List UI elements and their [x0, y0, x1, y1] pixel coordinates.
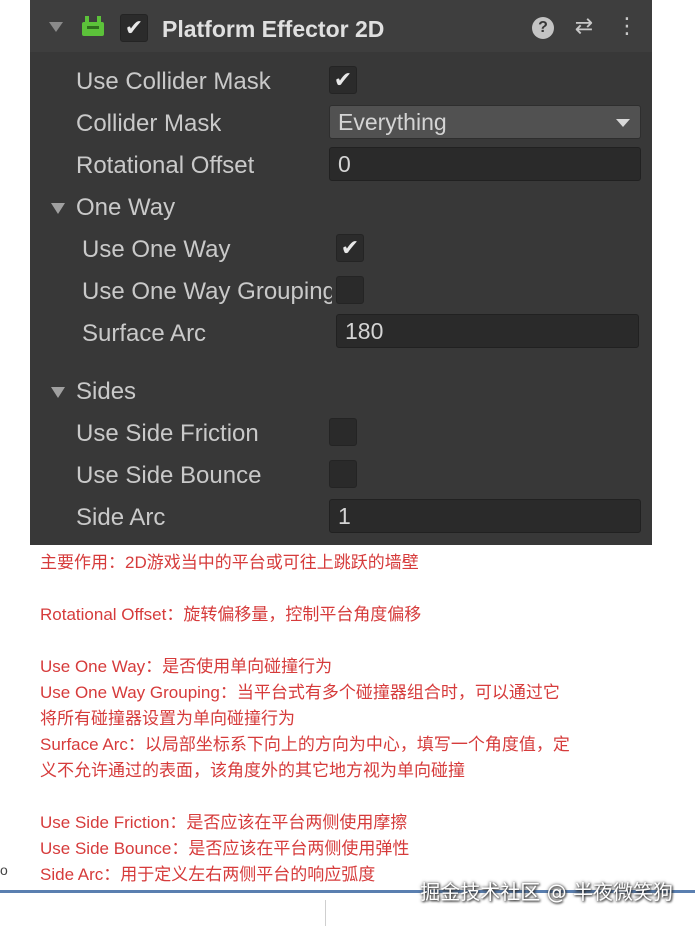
note-use-side-friction: Use Side Friction：是否应该在平台两侧使用摩擦 — [40, 813, 408, 832]
component-enabled-checkbox[interactable]: ✔ — [120, 14, 148, 42]
inspector-panel: ✔ Platform Effector 2D ? ⇄ ⋮ Use Collide… — [30, 0, 652, 545]
surface-arc-input[interactable]: 180 — [336, 314, 639, 348]
platform-effector-icon — [82, 16, 104, 36]
note-use-one-way: Use One Way：是否使用单向碰撞行为 — [40, 657, 333, 676]
help-icon[interactable]: ? — [532, 17, 554, 39]
watermark: 掘金技术社区 @ 半夜微笑狗 — [420, 880, 673, 904]
note-use-side-bounce: Use Side Bounce：是否应该在平台两侧使用弹性 — [40, 839, 410, 858]
use-one-way-grouping-label: Use One Way Grouping — [82, 278, 332, 305]
annotation-notes: 主要作用：2D游戏当中的平台或可往上跳跃的墙壁 Rotational Offse… — [40, 550, 660, 888]
presets-icon[interactable]: ⇄ — [570, 14, 598, 38]
note-use-one-way-grouping-cont: 将所有碰撞器设置为单向碰撞行为 — [40, 709, 295, 728]
use-collider-mask-label: Use Collider Mask — [76, 68, 271, 95]
collider-mask-dropdown[interactable]: Everything — [329, 105, 641, 139]
surface-arc-label: Surface Arc — [82, 320, 207, 347]
use-side-friction-label: Use Side Friction — [76, 420, 259, 447]
rotational-offset-input[interactable]: 0 — [329, 147, 641, 181]
note-use-one-way-grouping: Use One Way Grouping：当平台式有多个碰撞器组合时，可以通过它 — [40, 683, 560, 702]
component-header[interactable]: ✔ Platform Effector 2D ? ⇄ ⋮ — [30, 0, 652, 52]
note-main-purpose: 主要作用：2D游戏当中的平台或可往上跳跃的墙壁 — [40, 553, 419, 572]
dropdown-arrow-icon — [616, 119, 630, 127]
component-title: Platform Effector 2D — [162, 16, 385, 42]
collider-mask-label: Collider Mask — [76, 110, 222, 137]
one-way-section-header[interactable]: One Way — [76, 194, 175, 222]
note-rotational-offset: Rotational Offset：旋转偏移量，控制平台角度偏移 — [40, 605, 422, 624]
use-collider-mask-checkbox[interactable]: ✔ — [329, 66, 357, 94]
one-way-fold-arrow-icon[interactable] — [51, 203, 65, 214]
side-arc-label: Side Arc — [76, 504, 166, 531]
use-one-way-label: Use One Way — [82, 236, 231, 263]
use-side-friction-checkbox[interactable] — [329, 418, 357, 446]
bottom-vertical-divider — [325, 900, 326, 926]
collider-mask-value: Everything — [338, 109, 447, 135]
left-edge-mark: o — [0, 862, 8, 878]
side-arc-input[interactable]: 1 — [329, 499, 641, 533]
fold-arrow-icon[interactable] — [49, 22, 63, 32]
rotational-offset-label: Rotational Offset — [76, 152, 255, 179]
sides-fold-arrow-icon[interactable] — [51, 387, 65, 398]
note-surface-arc: Surface Arc：以局部坐标系下向上的方向为中心，填写一个角度值，定 — [40, 735, 570, 754]
use-one-way-checkbox[interactable]: ✔ — [336, 234, 364, 262]
note-surface-arc-cont: 义不允许通过的表面，该角度外的其它地方视为单向碰撞 — [40, 761, 465, 780]
sides-section-header[interactable]: Sides — [76, 378, 136, 406]
kebab-menu-icon[interactable]: ⋮ — [616, 14, 638, 38]
use-one-way-grouping-checkbox[interactable] — [336, 276, 364, 304]
use-side-bounce-checkbox[interactable] — [329, 460, 357, 488]
use-side-bounce-label: Use Side Bounce — [76, 462, 262, 489]
